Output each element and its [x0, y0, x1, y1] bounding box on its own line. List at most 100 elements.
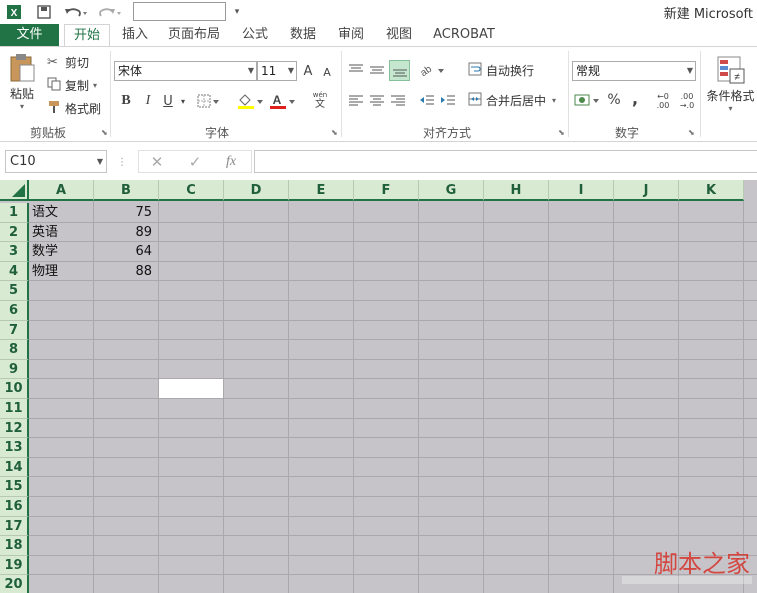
bold-button[interactable]: B — [118, 91, 134, 111]
row-header-1[interactable]: 1 — [0, 203, 29, 223]
align-right-icon[interactable] — [389, 91, 407, 109]
tab-view[interactable]: 视图 — [381, 24, 417, 46]
cell-a3[interactable]: 数学 — [32, 242, 91, 261]
tab-file[interactable]: 文件 — [0, 24, 59, 46]
align-middle-icon[interactable] — [368, 61, 386, 79]
row-header-19[interactable]: 19 — [0, 555, 29, 576]
row-header-12[interactable]: 12 — [0, 418, 29, 439]
alignment-launcher-icon[interactable]: ⬊ — [558, 128, 565, 137]
align-bottom-icon[interactable] — [389, 60, 410, 81]
column-header-k[interactable]: K — [679, 180, 744, 201]
borders-icon[interactable] — [196, 91, 222, 111]
undo-icon[interactable] — [62, 2, 90, 22]
row-header-7[interactable]: 7 — [0, 320, 29, 341]
row-header-20[interactable]: 20 — [0, 575, 29, 593]
cancel-icon[interactable]: ✕ — [147, 152, 167, 172]
cell-a2[interactable]: 英语 — [32, 223, 91, 242]
merge-center-button[interactable]: 合并后居中 ▾ — [468, 91, 556, 109]
column-header-i[interactable]: I — [549, 180, 614, 201]
customize-qat-icon[interactable]: ▾ — [231, 2, 243, 22]
underline-button[interactable]: U — [160, 91, 176, 111]
clipboard-launcher-icon[interactable]: ⬊ — [101, 128, 108, 137]
row-header-9[interactable]: 9 — [0, 359, 29, 380]
row-header-10[interactable]: 10 — [0, 379, 29, 399]
copy-button[interactable]: 复制 ▾ — [47, 76, 97, 94]
paste-dropdown-icon[interactable]: ▾ — [20, 102, 24, 111]
tab-home[interactable]: 开始 — [64, 24, 110, 47]
column-header-c[interactable]: C — [159, 180, 224, 201]
cell-b3[interactable]: 64 — [97, 242, 152, 261]
orientation-icon[interactable]: ab — [418, 61, 446, 79]
tab-data[interactable]: 数据 — [285, 24, 321, 46]
decrease-decimal-icon[interactable]: .00 →.0 — [676, 91, 698, 111]
row-header-2[interactable]: 2 — [0, 222, 29, 243]
row-header-5[interactable]: 5 — [0, 281, 29, 301]
format-painter-button[interactable]: 格式刷 — [47, 99, 101, 117]
shrink-font-icon[interactable]: A — [320, 63, 334, 81]
cell-b1[interactable]: 75 — [97, 203, 152, 222]
redo-icon[interactable] — [96, 2, 124, 22]
row-header-4[interactable]: 4 — [0, 261, 29, 282]
spreadsheet-grid[interactable]: ABCDEFGHIJK 1 2 3 4 5 6 7 8 9 10 11 12 13 14 15 16 17 18 1… — [0, 180, 757, 593]
number-format-select[interactable]: 常规 ▼ — [572, 61, 696, 81]
row-header-18[interactable]: 18 — [0, 536, 29, 556]
tab-insert[interactable]: 插入 — [117, 24, 153, 46]
tab-formulas[interactable]: 公式 — [237, 24, 273, 46]
row-header-13[interactable]: 13 — [0, 438, 29, 458]
currency-icon[interactable] — [574, 91, 602, 109]
column-header-d[interactable]: D — [224, 180, 289, 201]
align-top-icon[interactable] — [347, 61, 365, 79]
cell-a1[interactable]: 语文 — [32, 203, 91, 222]
row-header-16[interactable]: 16 — [0, 497, 29, 517]
column-header-e[interactable]: E — [289, 180, 354, 201]
conditional-format-dropdown-icon[interactable]: ▾ — [728, 104, 732, 113]
save-icon[interactable] — [34, 2, 54, 22]
phonetic-icon[interactable]: wén 文 — [309, 91, 331, 111]
font-size-select[interactable]: 11 ▼ — [257, 61, 297, 81]
comma-icon[interactable]: , — [628, 89, 642, 108]
column-header-g[interactable]: G — [419, 180, 484, 201]
tab-acrobat[interactable]: ACROBAT — [430, 24, 498, 46]
select-all-corner[interactable] — [0, 180, 29, 201]
row-header-6[interactable]: 6 — [0, 301, 29, 321]
cell-b4[interactable]: 88 — [97, 262, 152, 281]
confirm-icon[interactable]: ✓ — [185, 152, 205, 172]
grow-font-icon[interactable]: A — [300, 61, 316, 81]
row-header-14[interactable]: 14 — [0, 457, 29, 478]
drag-handle-icon[interactable]: ⋮ — [117, 154, 127, 170]
quick-access-input[interactable] — [133, 2, 226, 21]
column-header-h[interactable]: H — [484, 180, 549, 201]
formula-input[interactable] — [254, 150, 757, 173]
font-color-icon[interactable]: A — [269, 91, 297, 111]
number-launcher-icon[interactable]: ⬊ — [688, 128, 695, 137]
tab-page-layout[interactable]: 页面布局 — [165, 24, 223, 46]
italic-button[interactable]: I — [140, 91, 156, 111]
wrap-text-button[interactable]: 自动换行 — [468, 61, 534, 79]
font-name-select[interactable]: 宋体 ▼ — [114, 61, 257, 81]
underline-dropdown-icon[interactable]: ▾ — [178, 91, 188, 111]
percent-icon[interactable]: % — [606, 91, 622, 109]
paste-button[interactable]: 粘贴 ▾ — [6, 53, 38, 113]
font-launcher-icon[interactable]: ⬊ — [331, 128, 338, 137]
row-header-11[interactable]: 11 — [0, 399, 29, 419]
row-header-3[interactable]: 3 — [0, 242, 29, 262]
increase-indent-icon[interactable] — [439, 91, 457, 109]
cut-button[interactable]: ✂ 剪切 — [47, 53, 89, 71]
column-header-b[interactable]: B — [94, 180, 159, 201]
decrease-indent-icon[interactable] — [418, 91, 436, 109]
conditional-format-button[interactable]: ≠ 条件格式 ▾ — [704, 55, 757, 119]
insert-function-icon[interactable]: fx — [220, 152, 242, 172]
tab-review[interactable]: 审阅 — [333, 24, 369, 46]
cell-a4[interactable]: 物理 — [32, 262, 91, 281]
selected-cell[interactable] — [159, 379, 223, 398]
increase-decimal-icon[interactable]: ←0.00 — [652, 91, 674, 111]
row-header-8[interactable]: 8 — [0, 340, 29, 360]
merge-dropdown-icon[interactable]: ▾ — [552, 96, 556, 105]
row-header-15[interactable]: 15 — [0, 477, 29, 497]
name-box[interactable]: C10 ▼ — [5, 150, 107, 173]
row-header-17[interactable]: 17 — [0, 516, 29, 537]
cell-b2[interactable]: 89 — [97, 223, 152, 242]
fill-color-icon[interactable] — [237, 91, 265, 111]
align-center-icon[interactable] — [368, 91, 386, 109]
column-header-f[interactable]: F — [354, 180, 419, 201]
